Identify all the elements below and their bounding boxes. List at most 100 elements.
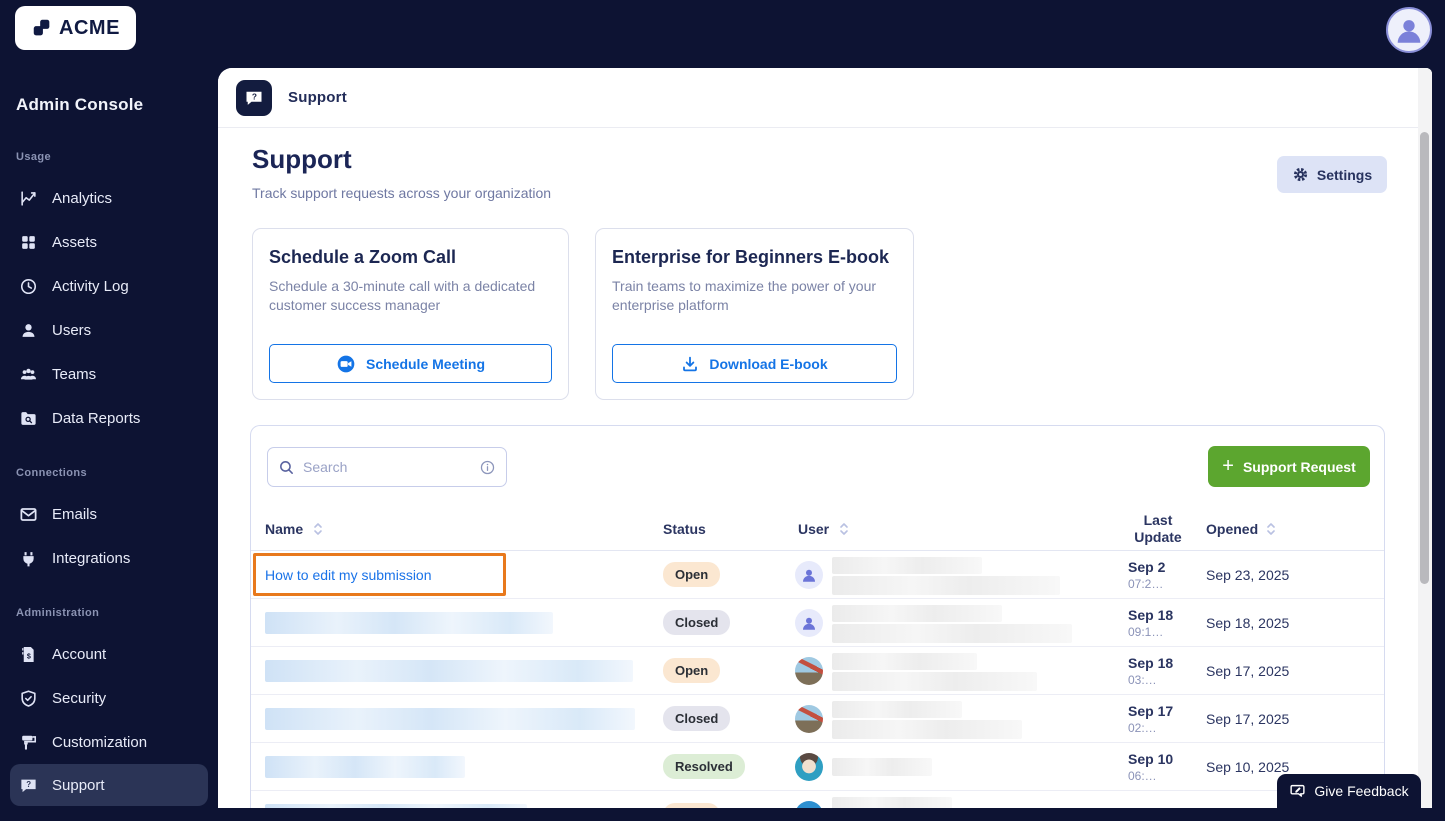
- opened-date: Sep 10, 2025: [1206, 758, 1290, 775]
- table-header-row: Name Status User Last Update Opened: [251, 507, 1384, 551]
- person-avatar: [795, 561, 823, 589]
- settings-button[interactable]: Settings: [1277, 156, 1387, 193]
- redacted-user-text: [832, 672, 1037, 691]
- sidebar-item-teams[interactable]: Teams: [0, 352, 218, 396]
- page-topbar: ? Support: [218, 68, 1432, 128]
- svg-text:$: $: [26, 652, 30, 660]
- sidebar-item-assets[interactable]: Assets: [0, 220, 218, 264]
- table-row[interactable]: Open Sep 18 03:… Sep 17, 2025: [251, 647, 1384, 695]
- redacted-name-text: [265, 707, 635, 730]
- redacted-user-text: [832, 797, 952, 808]
- table-row[interactable]: Resolved Sep 10 06:… Sep 10, 2025: [251, 743, 1384, 791]
- sidebar-item-analytics[interactable]: Analytics: [0, 176, 218, 220]
- button-label: Support Request: [1242, 458, 1356, 475]
- schedule-meeting-button[interactable]: Schedule Meeting: [269, 344, 552, 383]
- teams-icon: [18, 364, 38, 384]
- sidebar-item-label: Users: [52, 321, 92, 339]
- sidebar-item-users[interactable]: Users: [0, 308, 218, 352]
- table-row[interactable]: How to edit my submission Open Sep 2 07:…: [251, 551, 1384, 599]
- sidebar-item-support[interactable]: ? Support: [10, 764, 208, 806]
- page-title: Support: [252, 144, 352, 174]
- sidebar-item-activity-log[interactable]: Activity Log: [0, 264, 218, 308]
- data-reports-icon: [18, 408, 38, 428]
- feedback-label: Give Feedback: [1314, 783, 1409, 799]
- last-update-time: 03:…: [1128, 672, 1157, 687]
- status-badge: Resolved: [663, 754, 745, 779]
- sidebar-item-emails[interactable]: Emails: [0, 492, 218, 536]
- table-row[interactable]: Open Sep 2: [251, 791, 1384, 808]
- users-icon: [18, 320, 38, 340]
- feedback-chat-pencil-icon: [1289, 783, 1306, 800]
- info-icon[interactable]: [479, 459, 496, 476]
- sort-icon[interactable]: [313, 522, 323, 536]
- table-row[interactable]: Closed Sep 17 02:… Sep 17, 2025: [251, 695, 1384, 743]
- column-header-user[interactable]: User: [793, 521, 829, 537]
- sidebar-item-label: Activity Log: [52, 277, 129, 295]
- sidebar-item-label: Teams: [52, 365, 97, 383]
- button-label: Download E-book: [709, 355, 828, 372]
- card-title: Enterprise for Beginners E-book: [612, 247, 890, 267]
- column-header-last-update[interactable]: Last Update: [1134, 512, 1181, 544]
- person-avatar: [795, 609, 823, 637]
- bridge-photo-avatar: [795, 657, 823, 685]
- give-feedback-button[interactable]: Give Feedback: [1277, 774, 1421, 808]
- person-avatar-blue: [795, 801, 823, 808]
- redacted-user-text: [832, 701, 962, 718]
- opened-date: Sep 18, 2025: [1206, 614, 1290, 631]
- sidebar-item-label: Security: [52, 689, 107, 707]
- scrollbar-thumb[interactable]: [1420, 132, 1429, 584]
- woman-cartoon-avatar: [795, 753, 823, 781]
- support-request-button[interactable]: + Support Request: [1208, 446, 1370, 487]
- page-subtitle: Track support requests across your organ…: [252, 185, 552, 201]
- sidebar-item-customization[interactable]: Customization: [0, 720, 218, 764]
- acme-logo[interactable]: ACME: [15, 6, 136, 50]
- search-box: [267, 447, 507, 487]
- gear-icon: [1292, 166, 1309, 183]
- search-input[interactable]: [303, 459, 471, 475]
- sort-icon[interactable]: [839, 522, 849, 536]
- column-header-opened[interactable]: Opened: [1206, 521, 1258, 537]
- section-label-administration: Administration: [16, 607, 100, 619]
- sidebar-item-integrations[interactable]: Integrations: [0, 536, 218, 580]
- request-name-link[interactable]: How to edit my submission: [265, 567, 432, 583]
- column-header-name[interactable]: Name: [265, 521, 303, 537]
- redacted-user-text: [832, 653, 977, 670]
- sidebar-item-label: Analytics: [52, 189, 113, 207]
- redacted-name-text: [265, 611, 553, 634]
- assets-icon: [18, 232, 38, 252]
- redacted-user-text: [832, 720, 1022, 739]
- last-update-date: Sep 17: [1128, 702, 1174, 719]
- opened-date: Sep 17, 2025: [1206, 710, 1290, 727]
- support-requests-table: + Support Request Name Status User Last …: [250, 425, 1385, 808]
- analytics-icon: [18, 188, 38, 208]
- card-title: Schedule a Zoom Call: [269, 247, 457, 267]
- status-badge: Open: [663, 562, 721, 587]
- sidebar-item-label: Emails: [52, 505, 98, 523]
- sidebar-item-label: Integrations: [52, 549, 131, 567]
- redacted-user-text: [832, 576, 1060, 595]
- last-update-date: Sep 18: [1128, 654, 1174, 671]
- download-ebook-button[interactable]: Download E-book: [612, 344, 897, 383]
- status-badge: Open: [663, 658, 721, 683]
- sidebar-item-data-reports[interactable]: Data Reports: [0, 396, 218, 440]
- billing-icon: $: [18, 644, 38, 664]
- last-update-time: 02:…: [1128, 720, 1157, 735]
- plus-icon: +: [1222, 454, 1234, 477]
- sidebar-item-security[interactable]: Security: [0, 676, 218, 720]
- opened-date: Sep 23, 2025: [1206, 566, 1290, 583]
- main-panel: ? Support Support Track support requests…: [218, 68, 1432, 808]
- redacted-user-text: [832, 605, 1002, 622]
- sidebar-item-account[interactable]: $ Account: [0, 632, 218, 676]
- sort-icon[interactable]: [1266, 522, 1276, 536]
- redacted-name-text: [265, 804, 527, 808]
- column-header-status[interactable]: Status: [663, 521, 706, 537]
- button-label: Schedule Meeting: [365, 355, 486, 372]
- ebook-card: Enterprise for Beginners E-book Train te…: [595, 228, 914, 400]
- sidebar-item-label: Support: [52, 776, 105, 794]
- bridge-photo-avatar: [795, 705, 823, 733]
- table-row[interactable]: Closed Sep 18 09:1… Sep 18, 2025: [251, 599, 1384, 647]
- settings-label: Settings: [1316, 166, 1373, 183]
- sidebar: ACME Admin Console Usage Analytics Asset…: [0, 0, 218, 821]
- scrollbar-track[interactable]: [1418, 68, 1432, 808]
- profile-avatar[interactable]: [1386, 7, 1432, 53]
